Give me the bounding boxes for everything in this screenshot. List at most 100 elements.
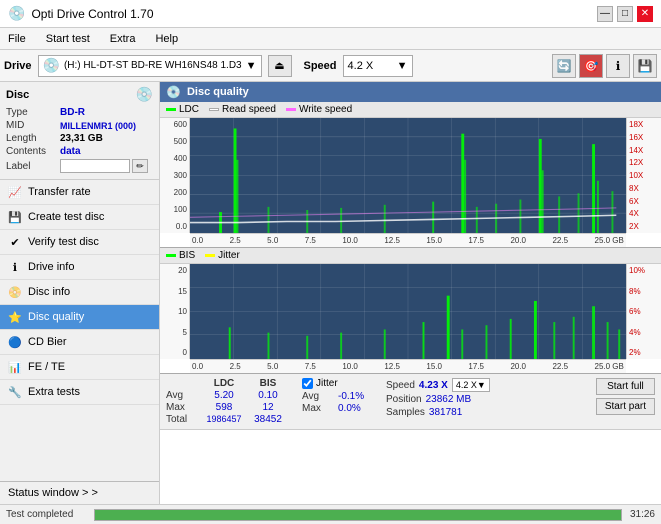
speed-dropdown[interactable]: 4.2 X ▼ bbox=[452, 378, 490, 392]
sidebar-item-label: Disc info bbox=[28, 286, 70, 298]
sidebar-item-extra-tests[interactable]: 🔧 Extra tests bbox=[0, 380, 159, 405]
progress-bar-fill bbox=[95, 510, 621, 520]
sidebar-item-fe-te[interactable]: 📊 FE / TE bbox=[0, 355, 159, 380]
sidebar: Disc 💿 Type BD-R MID MILLENMR1 (000) Len… bbox=[0, 82, 160, 504]
dq-icon: 💿 bbox=[166, 85, 181, 99]
stats-panel: LDC BIS Avg 5.20 0.10 Max 598 12 Total 1… bbox=[160, 374, 661, 430]
speed-arrow: ▼ bbox=[397, 60, 408, 72]
refresh-button[interactable]: 🔄 bbox=[552, 54, 576, 78]
info-button[interactable]: ℹ bbox=[606, 54, 630, 78]
legend-read-speed: Read speed bbox=[209, 104, 276, 115]
start-full-button[interactable]: Start full bbox=[596, 378, 655, 395]
status-time: 31:26 bbox=[630, 509, 655, 520]
disc-quality-header: 💿 Disc quality bbox=[160, 82, 661, 102]
stats-table: LDC BIS Avg 5.20 0.10 Max 598 12 Total 1… bbox=[166, 378, 290, 425]
total-ldc: 1986457 bbox=[202, 414, 246, 425]
app-icon: 💿 bbox=[8, 5, 25, 22]
sidebar-item-label: Disc quality bbox=[28, 311, 84, 323]
chart2-legend: BIS Jitter bbox=[160, 248, 661, 264]
speed-dropdown-val: 4.2 X bbox=[456, 380, 477, 390]
bis-col-header: BIS bbox=[246, 378, 290, 389]
chart2-main bbox=[190, 264, 626, 359]
cd-bier-icon: 🔵 bbox=[8, 335, 22, 349]
chart1-svg bbox=[190, 118, 626, 233]
sidebar-item-disc-info[interactable]: 📀 Disc info bbox=[0, 280, 159, 305]
avg-label: Avg bbox=[166, 390, 202, 401]
sidebar-item-create-test-disc[interactable]: 💾 Create test disc bbox=[0, 205, 159, 230]
total-label: Total bbox=[166, 414, 202, 425]
contents-value: data bbox=[60, 146, 81, 157]
legend-bis: BIS bbox=[166, 250, 195, 261]
drive-select[interactable]: 💿 (H:) HL-DT-ST BD-RE WH16NS48 1.D3 ▼ bbox=[38, 55, 262, 77]
menu-start-test[interactable]: Start test bbox=[42, 32, 94, 46]
eject-button[interactable]: ⏏ bbox=[268, 55, 292, 77]
start-part-button[interactable]: Start part bbox=[596, 398, 655, 415]
sidebar-nav: 📈 Transfer rate 💾 Create test disc ✔ Ver… bbox=[0, 180, 159, 405]
sidebar-item-cd-bier[interactable]: 🔵 CD Bier bbox=[0, 330, 159, 355]
max-label: Max bbox=[166, 402, 202, 413]
main-layout: Disc 💿 Type BD-R MID MILLENMR1 (000) Len… bbox=[0, 82, 661, 504]
progress-bar-container bbox=[94, 509, 622, 521]
jitter-avg-label: Avg bbox=[302, 391, 338, 402]
drive-info-icon: ℹ bbox=[8, 260, 22, 274]
menu-file[interactable]: File bbox=[4, 32, 30, 46]
disc-panel-title: Disc bbox=[6, 89, 29, 101]
settings-button[interactable]: 🎯 bbox=[579, 54, 603, 78]
drive-bar: Drive 💿 (H:) HL-DT-ST BD-RE WH16NS48 1.D… bbox=[0, 50, 661, 82]
jitter-max-label: Max bbox=[302, 403, 338, 414]
save-button[interactable]: 💾 bbox=[633, 54, 657, 78]
chart1-main bbox=[190, 118, 626, 233]
speed-select[interactable]: 4.2 X ▼ bbox=[343, 55, 413, 77]
create-test-disc-icon: 💾 bbox=[8, 210, 22, 224]
read-speed-color bbox=[209, 108, 219, 111]
sidebar-item-label: CD Bier bbox=[28, 336, 67, 348]
chart1-y-left: 600 500 400 300 200 100 0.0 bbox=[160, 118, 190, 233]
menu-extra[interactable]: Extra bbox=[106, 32, 140, 46]
chart1-section: 600 500 400 300 200 100 0.0 bbox=[160, 118, 661, 248]
maximize-button[interactable]: □ bbox=[617, 6, 633, 22]
sidebar-item-disc-quality[interactable]: ⭐ Disc quality bbox=[0, 305, 159, 330]
disc-quality-icon: ⭐ bbox=[8, 310, 22, 324]
ldc-color bbox=[166, 108, 176, 111]
position-label: Position bbox=[386, 394, 422, 405]
chart2-x-axis: 0.0 2.5 5.0 7.5 10.0 12.5 15.0 17.5 20.0… bbox=[190, 359, 626, 373]
label-edit-button[interactable]: ✏ bbox=[132, 159, 148, 173]
drive-select-arrow: ▼ bbox=[246, 60, 257, 72]
chart2-y-right: 10% 8% 6% 4% 2% bbox=[626, 264, 661, 359]
drive-value: (H:) HL-DT-ST BD-RE WH16NS48 1.D3 bbox=[64, 60, 242, 71]
disc-info-icon: 📀 bbox=[8, 285, 22, 299]
legend-jitter-label: Jitter bbox=[218, 250, 240, 261]
speed-dropdown-arrow: ▼ bbox=[477, 380, 486, 390]
sidebar-item-label: Transfer rate bbox=[28, 186, 91, 198]
max-ldc: 598 bbox=[202, 402, 246, 413]
sidebar-item-drive-info[interactable]: ℹ Drive info bbox=[0, 255, 159, 280]
jitter-checkbox[interactable] bbox=[302, 378, 313, 389]
menu-help[interactable]: Help bbox=[151, 32, 182, 46]
status-window-button[interactable]: Status window > > bbox=[0, 481, 159, 504]
transfer-rate-icon: 📈 bbox=[8, 185, 22, 199]
extra-tests-icon: 🔧 bbox=[8, 385, 22, 399]
close-button[interactable]: ✕ bbox=[637, 6, 653, 22]
type-label: Type bbox=[6, 107, 60, 118]
jitter-checkbox-row[interactable]: Jitter bbox=[302, 378, 374, 389]
legend-jitter: Jitter bbox=[205, 250, 240, 261]
legend-ldc-label: LDC bbox=[179, 104, 199, 115]
samples-value: 381781 bbox=[429, 407, 462, 418]
chart1-legend: LDC Read speed Write speed bbox=[160, 102, 661, 118]
jitter-label: Jitter bbox=[316, 378, 338, 389]
label-label: Label bbox=[6, 161, 60, 172]
disc-panel: Disc 💿 Type BD-R MID MILLENMR1 (000) Len… bbox=[0, 82, 159, 180]
sidebar-item-label: Extra tests bbox=[28, 386, 80, 398]
type-value: BD-R bbox=[60, 107, 85, 118]
minimize-button[interactable]: — bbox=[597, 6, 613, 22]
sidebar-item-verify-test-disc[interactable]: ✔ Verify test disc bbox=[0, 230, 159, 255]
speed-position-section: Speed 4.23 X 4.2 X ▼ Position 23862 MB S… bbox=[386, 378, 490, 418]
speed-label: Speed bbox=[304, 60, 337, 72]
label-input[interactable] bbox=[60, 159, 130, 173]
sidebar-item-label: Create test disc bbox=[28, 211, 104, 223]
sidebar-item-transfer-rate[interactable]: 📈 Transfer rate bbox=[0, 180, 159, 205]
legend-read-speed-label: Read speed bbox=[222, 104, 276, 115]
dq-title: Disc quality bbox=[187, 86, 249, 98]
speed-section-label: Speed bbox=[386, 380, 415, 391]
contents-label: Contents bbox=[6, 146, 60, 157]
